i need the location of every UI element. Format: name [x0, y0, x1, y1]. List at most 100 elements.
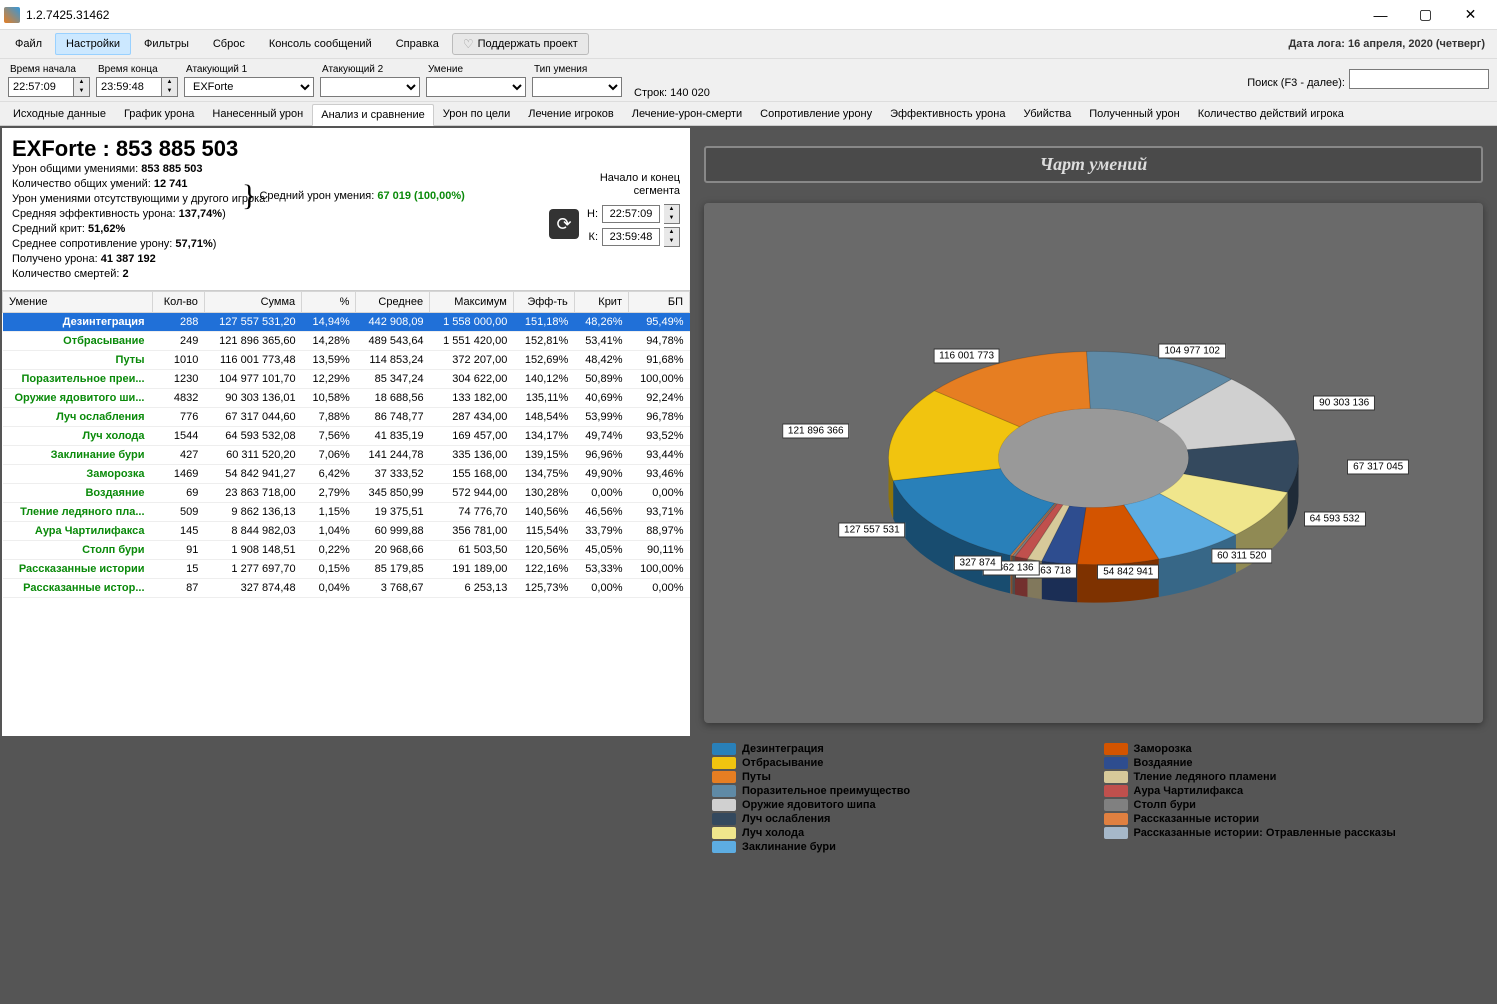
app-title: 1.2.7425.31462 [26, 8, 109, 22]
col-header[interactable]: Кол-во [153, 292, 205, 313]
table-row[interactable]: Заморозка146954 842 941,276,42%37 333,52… [3, 465, 690, 484]
tab-3[interactable]: Анализ и сравнение [312, 104, 434, 126]
col-header[interactable]: БП [629, 292, 690, 313]
start-spinner[interactable]: ▲▼ [74, 77, 90, 97]
chart-title-box: Чарт умений [704, 146, 1483, 183]
player-name: EXForte : [12, 136, 116, 161]
menu-Сброс[interactable]: Сброс [202, 33, 256, 55]
col-header[interactable]: Крит [574, 292, 628, 313]
skill-type-select[interactable] [532, 77, 622, 97]
search-input[interactable] [1349, 69, 1489, 89]
col-header[interactable]: % [302, 292, 356, 313]
legend-swatch [1104, 799, 1128, 811]
log-date: Дата лога: 16 апреля, 2020 (четверг) [1288, 38, 1485, 50]
tab-2[interactable]: Нанесенный урон [203, 103, 312, 125]
table-row[interactable]: Рассказанные истор...87327 874,480,04%3 … [3, 579, 690, 598]
col-header[interactable]: Умение [3, 292, 153, 313]
chart-data-label: 104 977 102 [1158, 343, 1226, 358]
table-row[interactable]: Тление ледяного пла...5099 862 136,131,1… [3, 503, 690, 522]
chart-data-label: 127 557 531 [838, 523, 906, 538]
attacker1-label: Атакующий 1 [184, 64, 314, 75]
close-button[interactable]: ✕ [1448, 0, 1493, 30]
chart-data-label: 67 317 045 [1347, 460, 1409, 475]
minimize-button[interactable]: — [1358, 0, 1403, 30]
start-time-input[interactable] [8, 77, 74, 97]
legend-swatch [712, 827, 736, 839]
tab-4[interactable]: Урон по цели [434, 103, 519, 125]
legend-item: Луч ослабления [712, 813, 1084, 825]
tab-9[interactable]: Убийства [1015, 103, 1081, 125]
legend-swatch [712, 813, 736, 825]
pie-chart: 127 557 531121 896 366116 001 773104 977… [704, 203, 1483, 723]
tab-11[interactable]: Количество действий игрока [1189, 103, 1353, 125]
col-header[interactable]: Среднее [356, 292, 430, 313]
menu-Консоль сообщений[interactable]: Консоль сообщений [258, 33, 383, 55]
tab-6[interactable]: Лечение-урон-смерти [623, 103, 751, 125]
legend-swatch [712, 785, 736, 797]
table-row[interactable]: Дезинтеграция288127 557 531,2014,94%442 … [3, 313, 690, 332]
menubar: ФайлНастройкиФильтрыСбросКонсоль сообщен… [0, 30, 1497, 58]
refresh-button[interactable]: ⟳ [549, 209, 579, 239]
segment-end-input[interactable] [602, 228, 660, 246]
skill-label: Умение [426, 64, 526, 75]
tab-7[interactable]: Сопротивление урону [751, 103, 881, 125]
table-row[interactable]: Оружие ядовитого ши...483290 303 136,011… [3, 389, 690, 408]
table-row[interactable]: Столп бури911 908 148,510,22%20 968,6661… [3, 541, 690, 560]
legend-item: Рассказанные истории: Отравленные расска… [1104, 827, 1476, 839]
end-time-input[interactable] [96, 77, 162, 97]
chart-data-label: 60 311 520 [1211, 548, 1272, 563]
menu-Справка[interactable]: Справка [385, 33, 450, 55]
col-header[interactable]: Максимум [430, 292, 514, 313]
chart-data-label: 327 874 [954, 555, 1002, 570]
filter-bar: Время начала ▲▼ Время конца ▲▼ Атакующий… [0, 58, 1497, 102]
segment-control: Начало и конец сегмента ⟳ Н:▲▼ К:▲▼ [549, 172, 680, 247]
legend-item: Рассказанные истории [1104, 813, 1476, 825]
table-row[interactable]: Заклинание бури42760 311 520,207,06%141 … [3, 446, 690, 465]
table-row[interactable]: Аура Чартилифакса1458 844 982,031,04%60 … [3, 522, 690, 541]
legend-swatch [712, 743, 736, 755]
chart-data-label: 90 303 136 [1313, 396, 1375, 411]
col-header[interactable]: Сумма [204, 292, 301, 313]
menu-Фильтры[interactable]: Фильтры [133, 33, 200, 55]
chart-data-label: 121 896 366 [782, 424, 850, 439]
menu-Файл[interactable]: Файл [4, 33, 53, 55]
row-count: Строк: 140 020 [634, 87, 710, 101]
chart-legend: ДезинтеграцияЗаморозкаОтбрасываниеВоздая… [704, 743, 1483, 853]
tab-10[interactable]: Полученный урон [1080, 103, 1189, 125]
support-label: Поддержать проект [478, 38, 578, 50]
attacker1-select[interactable]: EXForte [184, 77, 314, 97]
table-row[interactable]: Путы1010116 001 773,4813,59%114 853,2437… [3, 351, 690, 370]
legend-item: Заклинание бури [712, 841, 1084, 853]
summary-panel: EXForte : 853 885 503 Урон общими умения… [2, 128, 690, 290]
legend-item: Дезинтеграция [712, 743, 1084, 755]
tab-8[interactable]: Эффективность урона [881, 103, 1014, 125]
table-row[interactable]: Рассказанные истории151 277 697,700,15%8… [3, 560, 690, 579]
col-header[interactable]: Эфф-ть [513, 292, 574, 313]
maximize-button[interactable]: ▢ [1403, 0, 1448, 30]
heart-icon: ♡ [463, 37, 474, 51]
attacker2-select[interactable] [320, 77, 420, 97]
legend-item: Отбрасывание [712, 757, 1084, 769]
legend-item: Луч холода [712, 827, 1084, 839]
total-damage: 853 885 503 [116, 136, 238, 161]
left-panel: EXForte : 853 885 503 Урон общими умения… [0, 126, 690, 1004]
table-row[interactable]: Луч холода154464 593 532,087,56%41 835,1… [3, 427, 690, 446]
legend-swatch [1104, 743, 1128, 755]
legend-item: Тление ледяного пламени [1104, 771, 1476, 783]
tab-5[interactable]: Лечение игроков [519, 103, 623, 125]
table-row[interactable]: Поразительное преи...1230104 977 101,701… [3, 370, 690, 389]
table-row[interactable]: Отбрасывание249121 896 365,6014,28%489 5… [3, 332, 690, 351]
table-row[interactable]: Воздаяние6923 863 718,002,79%345 850,995… [3, 484, 690, 503]
start-time-label: Время начала [8, 64, 90, 75]
legend-swatch [712, 757, 736, 769]
skill-select[interactable] [426, 77, 526, 97]
menu-Настройки[interactable]: Настройки [55, 33, 131, 55]
attacker2-label: Атакующий 2 [320, 64, 420, 75]
tab-0[interactable]: Исходные данные [4, 103, 115, 125]
support-button[interactable]: ♡ Поддержать проект [452, 33, 589, 55]
tab-1[interactable]: График урона [115, 103, 203, 125]
segment-start-input[interactable] [602, 205, 660, 223]
table-row[interactable]: Луч ослабления77667 317 044,607,88%86 74… [3, 408, 690, 427]
end-spinner[interactable]: ▲▼ [162, 77, 178, 97]
legend-swatch [1104, 785, 1128, 797]
